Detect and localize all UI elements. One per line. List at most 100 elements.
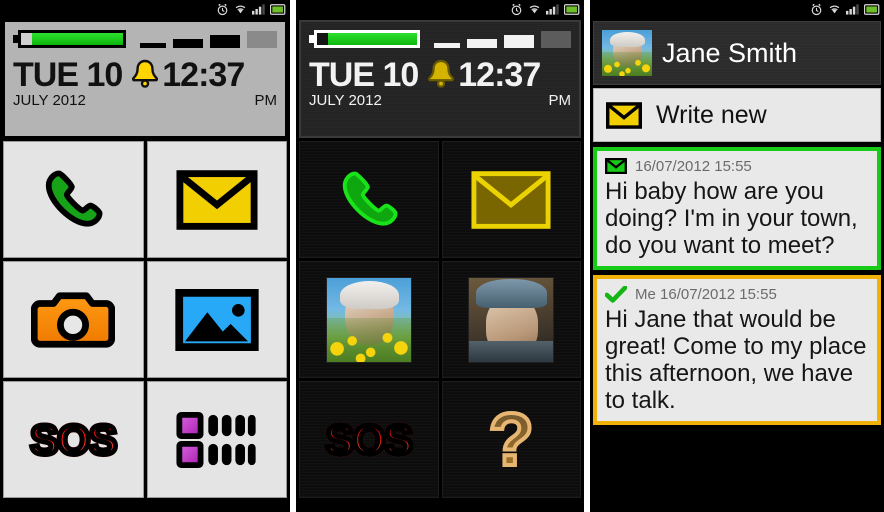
signal-bar-1 — [434, 43, 460, 48]
battery-fill — [32, 33, 123, 45]
message-timestamp: 16/07/2012 15:55 — [635, 157, 752, 175]
signal-bars-icon — [846, 4, 859, 15]
signal-bar-3 — [504, 35, 534, 48]
signal-bar-1 — [140, 43, 166, 48]
sos-text-icon: SOS — [323, 413, 415, 465]
tile-apps[interactable] — [146, 381, 287, 498]
clock-sub-row: JULY 2012 PM — [309, 92, 571, 109]
wifi-icon — [829, 5, 840, 14]
question-mark-icon: ? — [487, 397, 536, 481]
wifi-icon — [529, 5, 540, 14]
message-meta-inbound: 16/07/2012 15:55 — [605, 156, 869, 176]
bell-icon — [428, 59, 455, 88]
bell-icon — [132, 59, 159, 88]
tile-phone[interactable] — [299, 141, 439, 258]
clock-main-row: TUE 10 12:37 — [309, 54, 571, 93]
tile-contact-grandmother[interactable] — [299, 261, 439, 378]
contact-photo-grandfather — [468, 276, 555, 363]
signal-bar-4 — [541, 31, 571, 48]
clock-time: 12:37 — [162, 56, 245, 94]
home-tile-grid-panel1: SOS — [0, 138, 290, 501]
flowers-decor — [326, 317, 411, 362]
check-icon — [605, 285, 627, 303]
tile-sos[interactable]: SOS — [299, 381, 439, 498]
clock-widget-panel2[interactable]: TUE 10 12:37 JULY 2012 PM — [299, 20, 581, 138]
clock-widget-wrap-panel2[interactable]: TUE 10 12:37 JULY 2012 PM — [296, 18, 584, 138]
message-text: Hi baby how are you doing? I'm in your t… — [605, 178, 858, 259]
camera-icon — [31, 291, 116, 348]
signal-bar-2 — [173, 39, 203, 48]
message-meta-outbound: Me 16/07/2012 15:55 — [605, 284, 869, 304]
status-bar-panel1 — [0, 0, 290, 18]
date-day: TUE 10 — [13, 56, 123, 94]
sms-body: Jane Smith Write new 16/07/2012 15:55 Hi… — [590, 18, 884, 512]
clock-ampm: PM — [254, 92, 278, 109]
avatar — [602, 30, 652, 76]
coat-decor — [469, 341, 554, 362]
tile-sos[interactable]: SOS — [3, 381, 144, 498]
signal-strength-indicator — [434, 30, 571, 48]
panel-sms-conversation: Jane Smith Write new 16/07/2012 15:55 Hi… — [590, 0, 884, 512]
write-new-label: Write new — [656, 100, 767, 129]
home-tile-grid-panel2: SOS ? — [296, 138, 584, 501]
phone-handset-icon — [46, 170, 103, 227]
battery-icon — [564, 3, 580, 15]
tile-messages[interactable] — [146, 141, 287, 258]
battery-shell — [18, 30, 126, 48]
tile-help[interactable]: ? — [441, 381, 581, 498]
contact-name: Jane Smith — [662, 37, 798, 68]
battery-shell — [314, 30, 420, 48]
sos-text-icon: SOS — [28, 413, 120, 465]
alarm-clock-icon — [811, 3, 822, 15]
message-bubble-outbound[interactable]: Me 16/07/2012 15:55 Hi Jane that would b… — [593, 275, 881, 425]
wifi-icon — [235, 5, 246, 14]
picture-icon — [175, 288, 259, 351]
clock-main-row: TUE 10 12:37 — [13, 54, 277, 93]
battery-fill — [328, 33, 417, 45]
status-bar-panel2 — [296, 0, 584, 18]
panel-home-dark: TUE 10 12:37 JULY 2012 PM SOS ? — [296, 0, 584, 512]
battery-icon — [864, 3, 880, 15]
tile-camera[interactable] — [3, 261, 144, 378]
clock-ampm: PM — [548, 92, 572, 109]
signal-bars-icon — [252, 4, 265, 15]
battery-level-indicator — [309, 30, 420, 48]
battery-level-indicator — [13, 30, 126, 48]
envelope-icon — [176, 169, 258, 230]
signal-bar-2 — [467, 39, 497, 48]
tile-gallery[interactable] — [146, 261, 287, 378]
clock-time: 12:37 — [458, 56, 541, 94]
tile-phone[interactable] — [3, 141, 144, 258]
envelope-icon — [606, 101, 642, 129]
tile-contact-grandfather[interactable] — [441, 261, 581, 378]
contact-header[interactable]: Jane Smith — [593, 21, 881, 85]
signal-strength-indicator — [140, 30, 277, 48]
screenshot-stage: TUE 10 12:37 JULY 2012 PM SOS TUE 10 12:… — [0, 0, 884, 512]
message-text: Hi Jane that would be great! Come to my … — [605, 306, 867, 414]
signal-bar-4 — [247, 31, 277, 48]
date-day: TUE 10 — [309, 56, 419, 94]
contact-photo-grandmother — [325, 276, 412, 363]
tile-messages[interactable] — [441, 141, 581, 258]
status-bar-panel3 — [590, 0, 884, 18]
clock-indicator-row — [309, 28, 571, 50]
envelope-icon — [605, 158, 627, 174]
alarm-clock-icon — [217, 3, 228, 15]
signal-bars-icon — [546, 4, 559, 15]
date-month-year: JULY 2012 — [309, 92, 382, 109]
alarm-clock-icon — [511, 3, 522, 15]
flowers-decor — [602, 52, 652, 76]
phone-handset-icon — [342, 170, 398, 226]
clock-indicator-row — [13, 28, 277, 50]
clock-sub-row: JULY 2012 PM — [13, 92, 277, 109]
write-new-button[interactable]: Write new — [593, 88, 881, 142]
clock-widget-panel1[interactable]: TUE 10 12:37 JULY 2012 PM — [3, 20, 287, 138]
message-timestamp: Me 16/07/2012 15:55 — [635, 285, 777, 303]
clock-widget-wrap-panel1[interactable]: TUE 10 12:37 JULY 2012 PM — [0, 18, 290, 138]
panel-home-light: TUE 10 12:37 JULY 2012 PM SOS — [0, 0, 290, 512]
message-bubble-inbound[interactable]: 16/07/2012 15:55 Hi baby how are you doi… — [593, 147, 881, 270]
signal-bar-3 — [210, 35, 240, 48]
envelope-icon — [471, 170, 551, 229]
date-month-year: JULY 2012 — [13, 92, 86, 109]
battery-icon — [270, 3, 286, 15]
